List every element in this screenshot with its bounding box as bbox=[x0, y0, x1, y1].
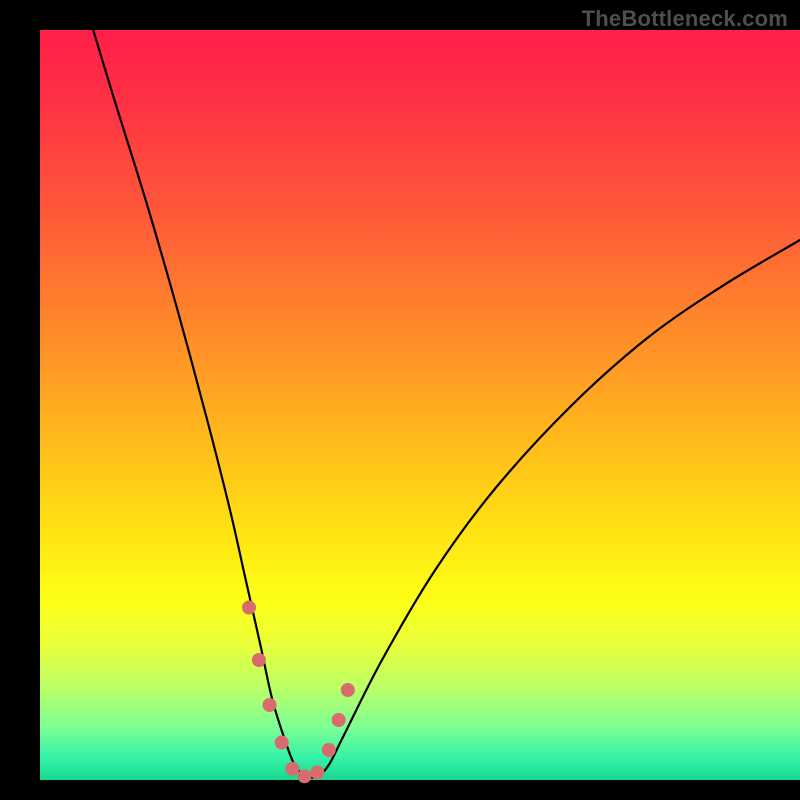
plot-area bbox=[40, 30, 800, 780]
marker-dot bbox=[310, 766, 324, 780]
marker-dot bbox=[242, 601, 256, 615]
marker-dot bbox=[263, 698, 277, 712]
chart-stage: TheBottleneck.com bbox=[0, 0, 800, 800]
marker-dot bbox=[332, 713, 346, 727]
curve-layer bbox=[40, 30, 800, 780]
marker-dot bbox=[297, 769, 311, 783]
marker-dot bbox=[275, 736, 289, 750]
marker-dot bbox=[322, 743, 336, 757]
marker-dot bbox=[285, 762, 299, 776]
highlighted-points bbox=[242, 601, 355, 784]
bottleneck-curve bbox=[93, 30, 800, 778]
marker-dot bbox=[252, 653, 266, 667]
watermark-text: TheBottleneck.com bbox=[582, 6, 788, 32]
marker-dot bbox=[341, 683, 355, 697]
